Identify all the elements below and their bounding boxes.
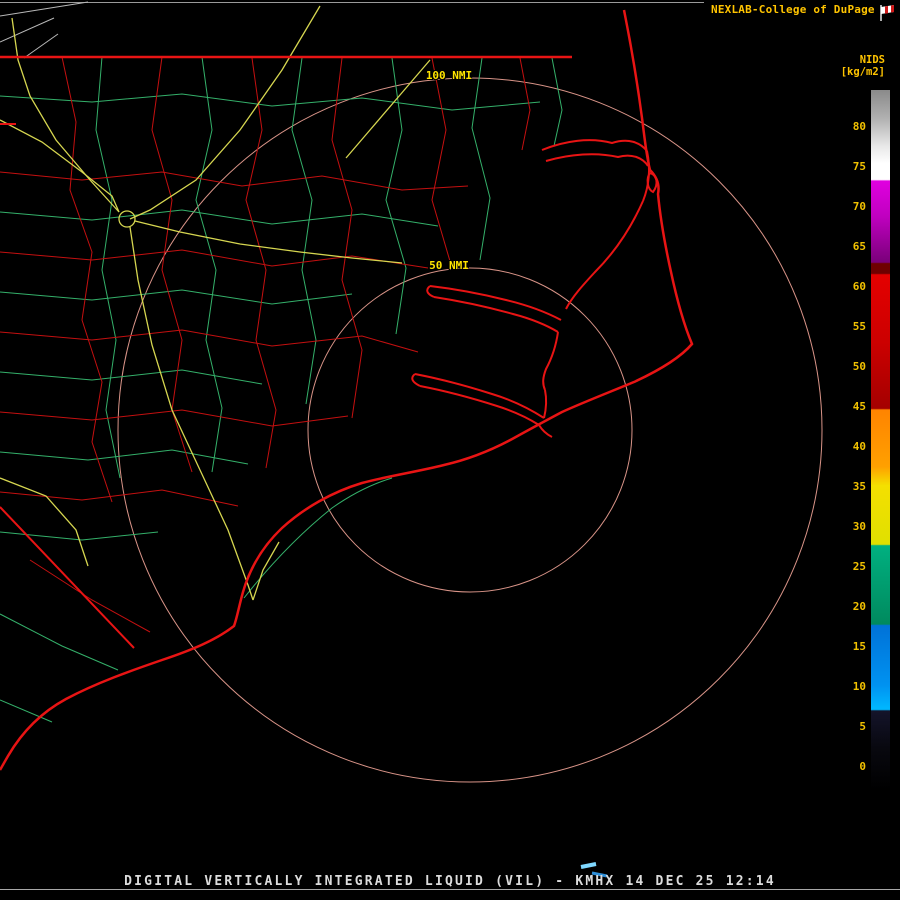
sounds-and-rivers: [411, 139, 658, 438]
colorbar-tick: 80: [852, 120, 866, 133]
colorbar-tick: 5: [859, 720, 866, 733]
coastline: [0, 9, 694, 771]
colorbar-tick: 0: [859, 760, 866, 773]
colorbar-tick: 50: [852, 360, 866, 373]
range-ring-label-100nmi: 100 NMI: [425, 69, 473, 82]
bottom-border-line: [0, 889, 900, 890]
colorbar-tick: 60: [852, 280, 866, 293]
radar-display: 100 NMI 50 NMI NEXLAB-College of DuPage …: [0, 0, 900, 900]
range-rings: [117, 77, 823, 783]
colorbar-tick: 15: [852, 640, 866, 653]
city-beltline: [118, 210, 136, 228]
colorbar-tick: 65: [852, 240, 866, 253]
cod-logo-icon: [880, 5, 894, 21]
radar-map: [0, 1, 823, 878]
colorbar-tick: 10: [852, 680, 866, 693]
colorbar-tick: 40: [852, 440, 866, 453]
colorbar-tick: 25: [852, 560, 866, 573]
colorbar-tick: 20: [852, 600, 866, 613]
range-ring-label-50nmi: 50 NMI: [429, 259, 469, 272]
colorbar-tick: 30: [852, 520, 866, 533]
colorbar-tick: 45: [852, 400, 866, 413]
colorbar: [871, 90, 890, 790]
colorbar-tick: 70: [852, 200, 866, 213]
product-title: DIGITAL VERTICALLY INTEGRATED LIQUID (VI…: [124, 874, 776, 889]
colorbar-tick: 55: [852, 320, 866, 333]
colorbar-tick: 35: [852, 480, 866, 493]
highways: [0, 5, 431, 601]
colorbar-ticks: 80 75 70 65 60 55 50 45 40 35 30 25 20 1…: [830, 0, 866, 800]
colorbar-tick: 75: [852, 160, 866, 173]
